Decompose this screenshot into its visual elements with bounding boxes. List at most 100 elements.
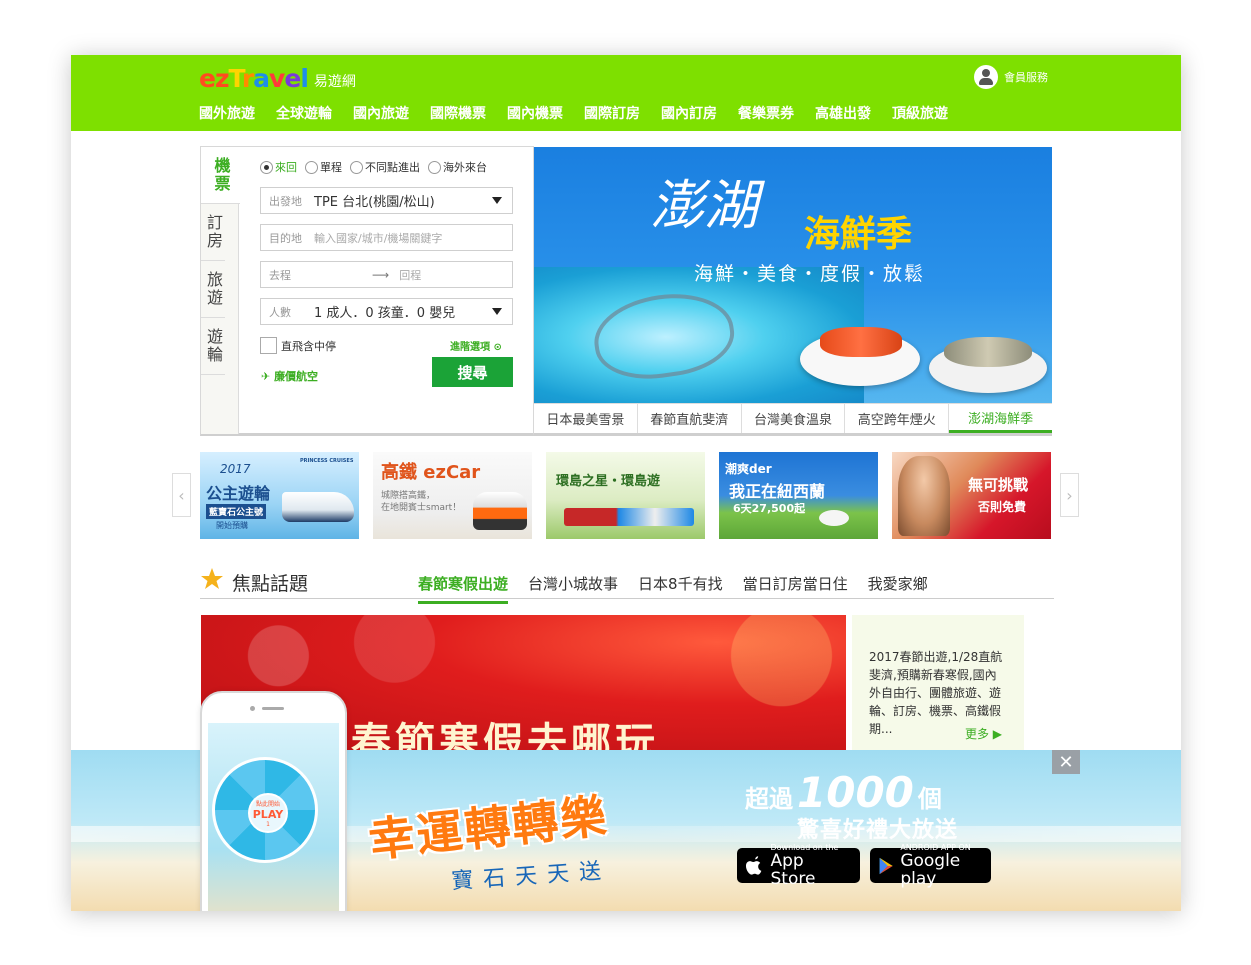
phone-mockup-image: 點此開始 PLAY 1 bbox=[200, 691, 347, 911]
hero-subtitle: 海鮮・美食・度假・放鬆 bbox=[694, 263, 926, 285]
radio-dot bbox=[428, 160, 441, 174]
trip-type-radios: 來回 單程 不同點進出 海外來台 bbox=[260, 159, 487, 175]
apple-icon bbox=[745, 855, 762, 875]
departure-label: 出發地 bbox=[269, 194, 302, 208]
app-store-text: Download on the App Store bbox=[771, 843, 853, 888]
radio-dot bbox=[260, 160, 273, 174]
promo-hsr-ezcar[interactable]: 高鐵 ezCar 城際搭高鐵， 在地開賓士smart！ bbox=[373, 452, 532, 539]
nav-item-intl-hotels[interactable]: 國際訂房 bbox=[584, 103, 640, 123]
carousel-prev-button[interactable]: ‹ bbox=[172, 473, 191, 517]
gift-tagline: 驚喜好禮大放送 bbox=[797, 818, 959, 843]
radio-open-jaw[interactable]: 不同點進出 bbox=[350, 159, 420, 175]
search-button[interactable]: 搜尋 bbox=[432, 357, 513, 387]
phone-speaker bbox=[262, 707, 284, 710]
nav-item-domestic-flights[interactable]: 國內機票 bbox=[507, 103, 563, 123]
passenger-value: 1 成人．0 孩童．0 嬰兒 bbox=[314, 306, 456, 321]
budget-airline-link[interactable]: ✈ 廉價航空 bbox=[261, 368, 318, 384]
close-banner-button[interactable]: ✕ bbox=[1052, 750, 1080, 774]
focus-title: 焦點話題 bbox=[232, 573, 309, 595]
radio-round-trip[interactable]: 來回 bbox=[260, 159, 297, 175]
phone-camera bbox=[250, 706, 255, 711]
focus-tab-active[interactable]: 春節寒假出遊 bbox=[418, 573, 509, 604]
nav-item-domestic-hotels[interactable]: 國內訂房 bbox=[661, 103, 717, 123]
focus-tab[interactable]: 我愛家鄉 bbox=[868, 573, 928, 604]
destination-input[interactable]: 目的地 輸入國家/城市/機場關鍵字 bbox=[260, 224, 513, 251]
chevron-left-icon: ‹ bbox=[178, 485, 185, 505]
app-store-big: App Store bbox=[770, 851, 816, 889]
promo-line: 藍寶石公主號 bbox=[206, 504, 267, 519]
radio-dot bbox=[350, 160, 363, 174]
logo-subtitle: 易遊網 bbox=[313, 74, 356, 90]
member-service-link[interactable]: 會員服務 bbox=[974, 65, 1048, 89]
hero-title-accent: 海鮮季 bbox=[804, 213, 913, 255]
promo-line: 我正在紐西蘭 bbox=[729, 482, 826, 501]
play-circle-icon: ⊙ bbox=[493, 342, 502, 353]
sheep-image bbox=[819, 510, 849, 526]
wheel-center: 點此開始 PLAY 1 bbox=[248, 793, 288, 833]
departure-select[interactable]: 出發地 TPE 台北(桃園/松山) bbox=[260, 187, 513, 214]
more-link[interactable]: 更多 ▶ bbox=[965, 725, 1002, 742]
focus-tab[interactable]: 當日訂房當日住 bbox=[743, 573, 848, 604]
ezTravel-logo[interactable]: ez Travel 易遊網 bbox=[199, 64, 356, 93]
browser-frame: ez Travel 易遊網 會員服務 國外旅遊 全球遊輪 國內旅遊 國際機票 國… bbox=[71, 55, 1181, 911]
focus-tab[interactable]: 台灣小城故事 bbox=[528, 573, 618, 604]
carousel-next-button[interactable]: › bbox=[1060, 473, 1079, 517]
promo-round-island[interactable]: 環島之星・環島遊 bbox=[546, 452, 705, 539]
promo-new-zealand[interactable]: 潮爽der 我正在紐西蘭 6天27,500起 bbox=[719, 452, 878, 539]
nav-item-overseas-travel[interactable]: 國外旅遊 bbox=[199, 103, 255, 123]
advanced-options-link[interactable]: 進階選項 ⊙ bbox=[450, 338, 502, 353]
cruise-ship-image bbox=[282, 492, 354, 522]
chevron-right-icon: › bbox=[1066, 485, 1073, 505]
tab-cruise[interactable]: 遊輪 bbox=[201, 318, 225, 375]
radio-dot bbox=[305, 160, 318, 174]
tab-flights[interactable]: 機票 bbox=[201, 147, 240, 204]
nav-item-tickets[interactable]: 餐樂票券 bbox=[738, 103, 794, 123]
hero-tab[interactable]: 台灣美食溫泉 bbox=[742, 404, 846, 433]
logo-travel: Travel bbox=[228, 64, 309, 93]
passenger-select[interactable]: 人數 1 成人．0 孩童．0 嬰兒 bbox=[260, 298, 513, 325]
focus-tabs: 春節寒假出遊 台灣小城故事 日本8千有找 當日訂房當日住 我愛家鄉 bbox=[418, 573, 928, 604]
radio-inbound[interactable]: 海外來台 bbox=[428, 159, 487, 175]
hero-tab[interactable]: 日本最美雪景 bbox=[534, 404, 638, 433]
chevron-down-icon bbox=[492, 308, 502, 315]
focus-topics-header: 焦點話題 春節寒假出遊 台灣小城故事 日本8千有找 當日訂房當日住 我愛家鄉 bbox=[200, 567, 1054, 604]
chevron-down-icon bbox=[492, 197, 502, 204]
arrow-right-icon: ⟶ bbox=[372, 267, 390, 282]
google-play-button[interactable]: ANDROID APP ON Google play bbox=[870, 843, 991, 888]
hero-tab[interactable]: 高空跨年煙火 bbox=[845, 404, 950, 433]
hero-tab-active[interactable]: 澎湖海鮮季 bbox=[949, 404, 1052, 433]
nav-item-kaohsiung[interactable]: 高雄出發 bbox=[815, 103, 871, 123]
nav-item-domestic-travel[interactable]: 國內旅遊 bbox=[353, 103, 409, 123]
airplane-icon: ✈ bbox=[261, 370, 271, 383]
hero-banner[interactable]: 澎湖 海鮮季 海鮮・美食・度假・放鬆 bbox=[534, 147, 1052, 403]
radio-one-way[interactable]: 單程 bbox=[305, 159, 342, 175]
tab-travel[interactable]: 旅遊 bbox=[201, 261, 225, 318]
nav-item-cruise[interactable]: 全球遊輪 bbox=[276, 103, 332, 123]
focus-tab[interactable]: 日本8千有找 bbox=[638, 573, 723, 604]
promo-challenge[interactable]: 無可挑戰 否則免費 bbox=[892, 452, 1051, 539]
site-header: ez Travel 易遊網 會員服務 國外旅遊 全球遊輪 國內旅遊 國際機票 國… bbox=[71, 55, 1181, 131]
passenger-label: 人數 bbox=[269, 305, 291, 319]
direct-flight-checkbox[interactable]: 直飛含中停 bbox=[260, 337, 336, 354]
focus-banner-text: 春節寒假去哪玩 bbox=[351, 719, 659, 751]
nav-item-luxury[interactable]: 頂級旅遊 bbox=[892, 103, 948, 123]
person-image bbox=[898, 456, 950, 536]
date-range-input[interactable]: 去程 ⟶ 回程 bbox=[260, 261, 513, 288]
app-store-button[interactable]: Download on the App Store bbox=[737, 843, 860, 888]
wheel-start-label: 點此開始 bbox=[255, 800, 280, 808]
prize-wheel-image: 點此開始 PLAY 1 bbox=[212, 757, 318, 863]
promo-princess-cruise[interactable]: 2017 PRINCESS CRUISES 公主遊輪 藍寶石公主號 開始預購 bbox=[200, 452, 359, 539]
promo-line: 高鐵 ezCar bbox=[381, 462, 481, 483]
depart-date-label: 去程 bbox=[269, 268, 291, 282]
tab-hotels[interactable]: 訂房 bbox=[201, 204, 225, 261]
gift-count-prefix: 超過 bbox=[745, 785, 793, 813]
google-play-text: ANDROID APP ON Google play bbox=[900, 843, 983, 888]
promo-line: 公主遊輪 bbox=[206, 484, 271, 503]
hero-tab[interactable]: 春節直航斐濟 bbox=[638, 404, 742, 433]
wheel-play-label: PLAY bbox=[252, 807, 284, 821]
flight-search-box: 機票 訂房 旅遊 遊輪 來回 單程 不同點進出 海外來台 出發地 TPE 台北(… bbox=[200, 146, 534, 436]
departure-value: TPE 台北(桃園/松山) bbox=[314, 195, 435, 210]
user-icon bbox=[974, 65, 998, 89]
phone-screen: 點此開始 PLAY 1 bbox=[208, 723, 339, 911]
nav-item-intl-flights[interactable]: 國際機票 bbox=[430, 103, 486, 123]
